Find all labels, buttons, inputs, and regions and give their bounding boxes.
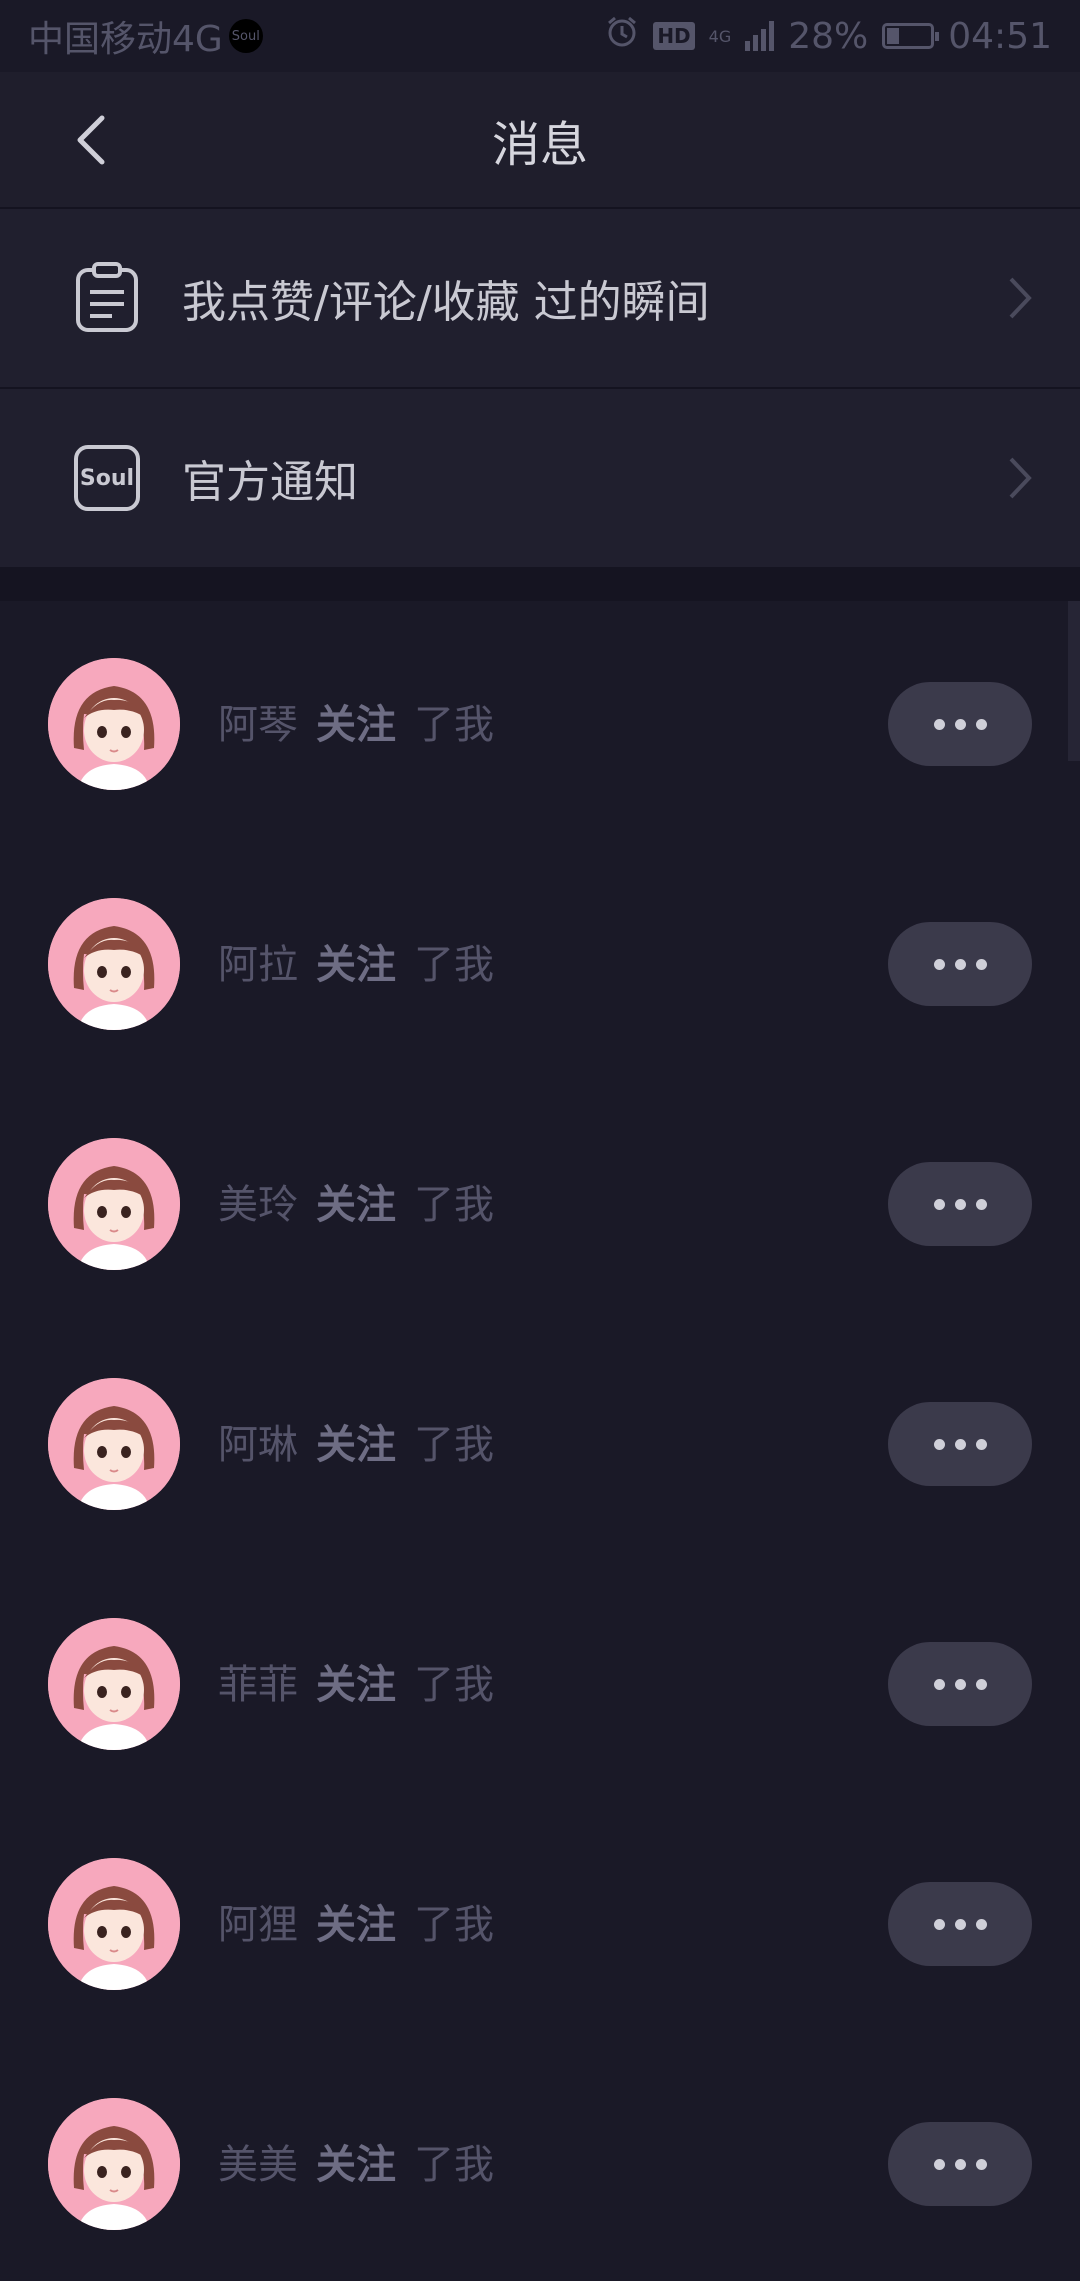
list-item[interactable]: 美玲 关注 了我 bbox=[0, 1081, 1080, 1321]
dot-icon bbox=[975, 2158, 987, 2170]
list-item[interactable]: 阿琴 关注 了我 bbox=[0, 601, 1080, 841]
dot-icon bbox=[933, 1918, 945, 1930]
notification-text: 阿琴 关注 了我 bbox=[218, 697, 494, 753]
notification-text: 阿狸 关注 了我 bbox=[218, 1897, 494, 1953]
dot-icon bbox=[975, 1198, 987, 1210]
dot-icon bbox=[975, 718, 987, 730]
dot-icon bbox=[975, 1918, 987, 1930]
alarm-icon bbox=[605, 15, 639, 58]
avatar[interactable] bbox=[48, 898, 180, 1030]
action-label: 关注 bbox=[316, 1182, 396, 1228]
list-item[interactable]: 阿狸 关注 了我 bbox=[0, 1801, 1080, 2041]
avatar[interactable] bbox=[48, 1138, 180, 1270]
dot-icon bbox=[933, 718, 945, 730]
notification-text: 美美 关注 了我 bbox=[218, 2137, 494, 2193]
user-name[interactable]: 美玲 bbox=[218, 1182, 298, 1228]
section-divider bbox=[0, 567, 1080, 601]
action-suffix: 了我 bbox=[414, 1182, 494, 1228]
more-options-button[interactable] bbox=[888, 2122, 1032, 2206]
list-item[interactable]: 美美 关注 了我 bbox=[0, 2041, 1080, 2281]
avatar[interactable] bbox=[48, 2098, 180, 2230]
nav-bar: 消息 bbox=[0, 72, 1080, 209]
notification-text: 阿拉 关注 了我 bbox=[218, 937, 494, 993]
notification-text: 阿琳 关注 了我 bbox=[218, 1417, 494, 1473]
menu-label: 我点赞/评论/收藏 过的瞬间 bbox=[182, 277, 710, 328]
avatar[interactable] bbox=[48, 1378, 180, 1510]
dot-icon bbox=[954, 1438, 966, 1450]
dot-icon bbox=[933, 958, 945, 970]
more-options-button[interactable] bbox=[888, 1882, 1032, 1966]
action-suffix: 了我 bbox=[414, 1422, 494, 1468]
network-type: 4G bbox=[708, 26, 732, 46]
status-bar: 中国移动4G Soul HD 4G 28% 04:51 bbox=[0, 0, 1080, 72]
action-suffix: 了我 bbox=[414, 942, 494, 988]
dot-icon bbox=[954, 1678, 966, 1690]
chevron-right-icon bbox=[1000, 448, 1040, 508]
dot-icon bbox=[954, 1918, 966, 1930]
menu-label: 官方通知 bbox=[182, 457, 358, 508]
dot-icon bbox=[954, 1198, 966, 1210]
dot-icon bbox=[975, 958, 987, 970]
user-name[interactable]: 阿狸 bbox=[218, 1902, 298, 1948]
more-options-button[interactable] bbox=[888, 922, 1032, 1006]
dot-icon bbox=[933, 1438, 945, 1450]
action-label: 关注 bbox=[316, 702, 396, 748]
dot-icon bbox=[954, 958, 966, 970]
user-name[interactable]: 阿拉 bbox=[218, 942, 298, 988]
more-options-button[interactable] bbox=[888, 1402, 1032, 1486]
battery-icon bbox=[882, 23, 940, 49]
dot-icon bbox=[954, 2158, 966, 2170]
dot-icon bbox=[933, 1678, 945, 1690]
list-item[interactable]: 菲菲 关注 了我 bbox=[0, 1561, 1080, 1801]
chevron-right-icon bbox=[1000, 268, 1040, 328]
dot-icon bbox=[954, 718, 966, 730]
dot-icon bbox=[933, 2158, 945, 2170]
carrier-label: 中国移动4G bbox=[28, 19, 223, 60]
action-suffix: 了我 bbox=[414, 702, 494, 748]
battery-percent: 28% bbox=[788, 15, 869, 57]
soul-logo-icon: Soul bbox=[72, 443, 142, 513]
list-item[interactable]: 阿拉 关注 了我 bbox=[0, 841, 1080, 1081]
notification-text: 菲菲 关注 了我 bbox=[218, 1657, 494, 1713]
action-suffix: 了我 bbox=[414, 2142, 494, 2188]
hd-badge: HD bbox=[653, 22, 695, 50]
user-name[interactable]: 阿琳 bbox=[218, 1422, 298, 1468]
user-name[interactable]: 菲菲 bbox=[218, 1662, 298, 1708]
dot-icon bbox=[933, 1198, 945, 1210]
dot-icon bbox=[975, 1678, 987, 1690]
more-options-button[interactable] bbox=[888, 1642, 1032, 1726]
clipboard-icon bbox=[72, 262, 142, 333]
menu-row-liked-moments[interactable]: 我点赞/评论/收藏 过的瞬间 bbox=[0, 209, 1080, 389]
action-suffix: 了我 bbox=[414, 1902, 494, 1948]
avatar[interactable] bbox=[48, 658, 180, 790]
user-name[interactable]: 阿琴 bbox=[218, 702, 298, 748]
page-title: 消息 bbox=[491, 116, 588, 173]
more-options-button[interactable] bbox=[888, 1162, 1032, 1246]
clock: 04:51 bbox=[948, 15, 1052, 57]
action-label: 关注 bbox=[316, 1422, 396, 1468]
menu-row-official-notice[interactable]: Soul 官方通知 bbox=[0, 389, 1080, 567]
action-label: 关注 bbox=[316, 942, 396, 988]
notification-list: 阿琴 关注 了我 阿拉 关注 了我 美玲 关注 了我 阿琳 关注 了我 菲菲 关… bbox=[0, 601, 1080, 2281]
dot-icon bbox=[975, 1438, 987, 1450]
signal-icon bbox=[745, 21, 775, 51]
action-suffix: 了我 bbox=[414, 1662, 494, 1708]
action-label: 关注 bbox=[316, 1902, 396, 1948]
action-label: 关注 bbox=[316, 2142, 396, 2188]
avatar[interactable] bbox=[48, 1858, 180, 1990]
avatar[interactable] bbox=[48, 1618, 180, 1750]
action-label: 关注 bbox=[316, 1662, 396, 1708]
more-options-button[interactable] bbox=[888, 682, 1032, 766]
notification-text: 美玲 关注 了我 bbox=[218, 1177, 494, 1233]
soul-app-icon: Soul bbox=[228, 19, 263, 53]
user-name[interactable]: 美美 bbox=[218, 2142, 298, 2188]
list-item[interactable]: 阿琳 关注 了我 bbox=[0, 1321, 1080, 1561]
